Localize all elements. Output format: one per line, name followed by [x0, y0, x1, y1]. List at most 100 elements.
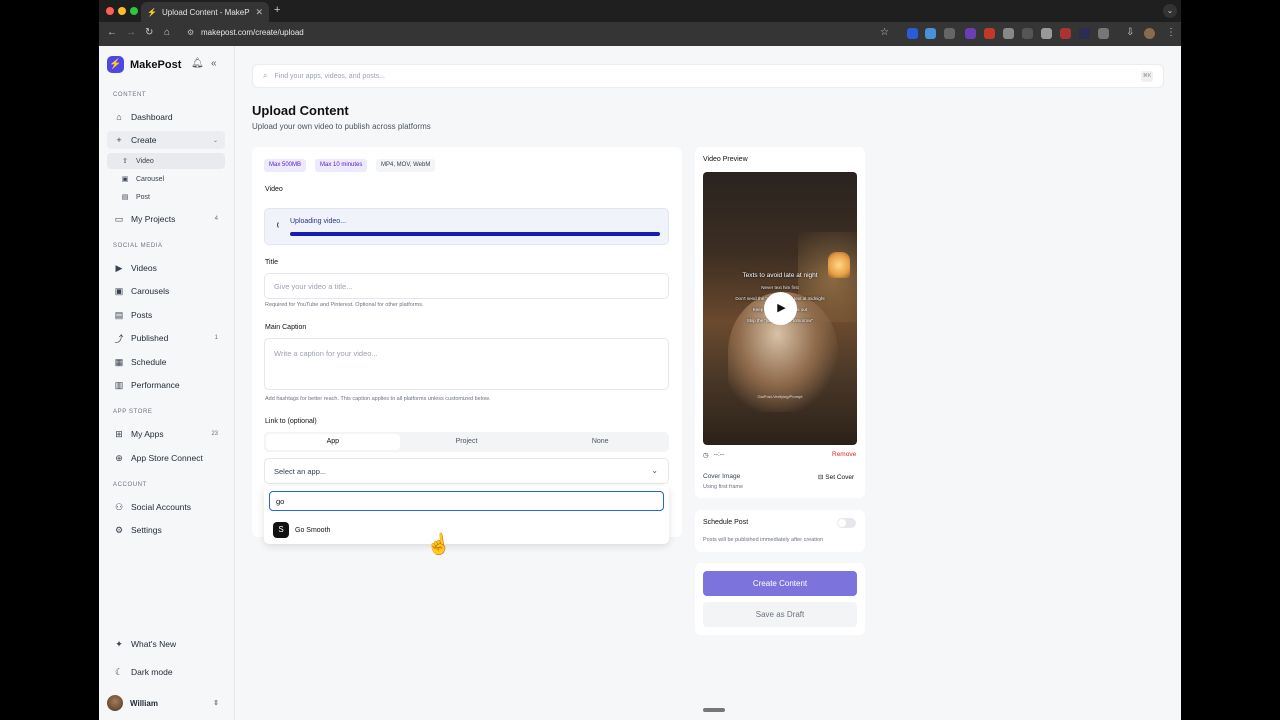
- more-icon[interactable]: ⋮: [1166, 27, 1176, 38]
- sidebar-item-posts[interactable]: ▤ Posts: [107, 306, 225, 324]
- sidebar-item-videos[interactable]: ▶ Videos: [107, 259, 225, 277]
- app-select[interactable]: Select an app... ⌄: [264, 458, 669, 484]
- sidebar-subitem-post[interactable]: ▤ Post: [107, 189, 225, 205]
- sidebar-item-label: App Store Connect: [131, 453, 203, 463]
- download-icon[interactable]: ⇩: [1126, 27, 1134, 38]
- search-input[interactable]: Find your apps, videos, and posts...: [274, 73, 385, 80]
- title-input[interactable]: Give your video a title...: [264, 273, 669, 299]
- spinner-icon: [277, 221, 285, 229]
- sidebar-item-performance[interactable]: ▥ Performance: [107, 376, 225, 394]
- new-tab-button[interactable]: +: [274, 4, 280, 16]
- forward-icon[interactable]: →: [126, 27, 136, 38]
- collapse-icon[interactable]: «: [211, 58, 217, 69]
- video-overlay-line: Never text him first: [761, 285, 799, 290]
- app-window: ⚡ Upload Content - MakePost ✕ + ⌄ ← → ↻ …: [99, 0, 1181, 720]
- sidebar-item-dashboard[interactable]: ⌂ Dashboard: [107, 108, 225, 126]
- link-type-segmented-control: App Project None: [264, 432, 669, 452]
- extension-icon[interactable]: [1041, 28, 1052, 39]
- home-icon: ⌂: [116, 112, 122, 122]
- app-dropdown: go S Go Smooth: [264, 486, 669, 544]
- logo-icon: ⚡: [107, 56, 124, 73]
- schedule-toggle[interactable]: [837, 518, 856, 528]
- bar-chart-icon: ▥: [114, 379, 124, 390]
- sidebar-item-whats-new[interactable]: ✦ What's New: [107, 635, 225, 653]
- app-search-input[interactable]: go: [269, 491, 664, 511]
- link-label: Link to (optional): [265, 418, 317, 425]
- extension-icon[interactable]: [984, 28, 995, 39]
- upload-progress-bar: [290, 232, 660, 236]
- shortcut-hint: ⌘K: [1141, 71, 1153, 82]
- sidebar-item-schedule[interactable]: ▦ Schedule: [107, 353, 225, 371]
- extension-icon[interactable]: [1003, 28, 1014, 39]
- back-icon[interactable]: ←: [107, 27, 117, 38]
- browser-tab[interactable]: ⚡ Upload Content - MakePost ✕: [141, 2, 269, 22]
- extension-icon[interactable]: [944, 28, 955, 39]
- section-label-social: SOCIAL MEDIA: [113, 243, 163, 249]
- create-content-button[interactable]: Create Content: [703, 571, 857, 596]
- count-badge: 23: [211, 431, 218, 437]
- page-subtitle: Upload your own video to publish across …: [252, 122, 431, 131]
- remove-video-button[interactable]: Remove: [832, 451, 856, 458]
- video-preview[interactable]: Texts to avoid late at night Never text …: [703, 172, 857, 445]
- app-option[interactable]: S Go Smooth: [264, 519, 669, 541]
- caption-textarea[interactable]: Write a caption for your video...: [264, 338, 669, 390]
- sidebar-subitem-carousel[interactable]: ▣ Carousel: [107, 171, 225, 187]
- brand[interactable]: ⚡ MakePost: [107, 56, 181, 73]
- maximize-window-button[interactable]: [130, 7, 138, 15]
- close-icon[interactable]: ✕: [255, 7, 263, 18]
- tab-none[interactable]: None: [533, 434, 667, 450]
- upload-progress-box: Uploading video...: [264, 208, 669, 245]
- extension-icon[interactable]: [907, 28, 918, 39]
- tab-project[interactable]: Project: [400, 434, 534, 450]
- progress-fill: [290, 232, 660, 236]
- chevron-down-icon[interactable]: ⌄: [1163, 4, 1177, 18]
- user-menu[interactable]: William ⇕: [107, 694, 225, 712]
- app-option-label: Go Smooth: [295, 526, 331, 534]
- dark-mode-toggle[interactable]: ☾ Dark mode: [107, 663, 225, 681]
- extension-icon[interactable]: [965, 28, 976, 39]
- site-info-icon[interactable]: ⚙: [187, 28, 194, 37]
- sidebar-item-app-store-connect[interactable]: ⊕ App Store Connect: [107, 449, 225, 467]
- url-field[interactable]: makepost.com/create/upload: [201, 28, 304, 37]
- sidebar-subitem-video[interactable]: ⇧ Video: [107, 153, 225, 169]
- reload-icon[interactable]: ↻: [145, 27, 153, 38]
- scroll-indicator[interactable]: [703, 708, 725, 712]
- sidebar-item-published[interactable]: ⤴ Published 1: [107, 329, 225, 347]
- extension-icon[interactable]: [1079, 28, 1090, 39]
- count-badge: 1: [214, 335, 218, 341]
- clock-icon: ◷: [703, 452, 709, 459]
- sidebar-item-settings[interactable]: ⚙ Settings: [107, 521, 225, 539]
- calendar-icon: ▦: [114, 356, 124, 367]
- set-cover-label: Set Cover: [825, 474, 855, 481]
- minimize-window-button[interactable]: [118, 7, 126, 15]
- title-label: Title: [265, 259, 278, 266]
- puzzle-icon[interactable]: [1098, 28, 1109, 39]
- brand-name: MakePost: [130, 58, 182, 71]
- schedule-card: [695, 510, 865, 552]
- cover-image-hint: Using first frame: [703, 484, 744, 490]
- home-icon[interactable]: ⌂: [164, 27, 170, 38]
- sidebar-item-create[interactable]: + Create ⌄: [107, 131, 225, 149]
- sidebar-item-my-apps[interactable]: ⊞ My Apps 23: [107, 425, 225, 443]
- sidebar-item-label: Post: [136, 193, 151, 201]
- tab-app[interactable]: App: [266, 434, 400, 450]
- extension-icon[interactable]: [1060, 28, 1071, 39]
- video-label: Video: [265, 186, 283, 193]
- set-cover-button[interactable]: ⊟ Set Cover: [818, 473, 854, 481]
- sidebar-item-carousels[interactable]: ▣ Carousels: [107, 282, 225, 300]
- sidebar-item-social-accounts[interactable]: ⚇ Social Accounts: [107, 498, 225, 516]
- star-icon[interactable]: ☆: [880, 27, 889, 38]
- extension-icon[interactable]: [925, 28, 936, 39]
- extension-icon[interactable]: [1022, 28, 1033, 39]
- sidebar-item-my-projects[interactable]: ▭ My Projects 4: [107, 210, 225, 228]
- close-window-button[interactable]: [106, 7, 114, 15]
- global-search[interactable]: ⌕ Find your apps, videos, and posts... ⌘…: [252, 64, 1164, 88]
- document-icon: ▤: [121, 194, 129, 201]
- chevron-down-icon: ⌄: [651, 466, 658, 475]
- save-draft-button[interactable]: Save as Draft: [703, 602, 857, 627]
- bell-icon[interactable]: 🔔︎: [191, 58, 204, 69]
- play-icon[interactable]: ▶: [764, 292, 797, 325]
- image-icon: ⊟: [818, 474, 824, 481]
- chip-max-duration: Max 10 minutes: [315, 159, 368, 172]
- profile-avatar[interactable]: [1144, 28, 1155, 39]
